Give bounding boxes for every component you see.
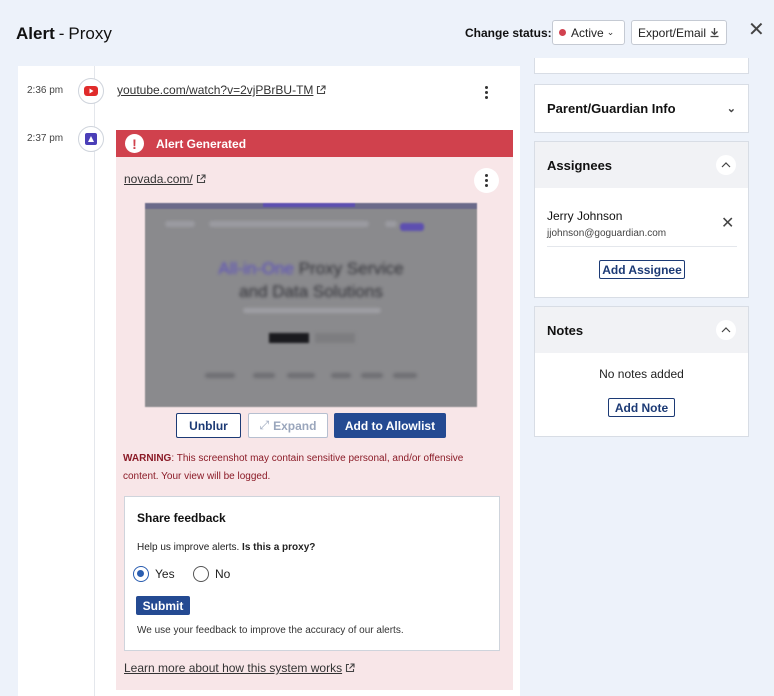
radio-no[interactable] xyxy=(193,566,209,582)
shot-footer-item xyxy=(287,373,315,378)
expand-label: Expand xyxy=(273,418,317,433)
youtube-link[interactable]: youtube.com/watch?v=2vjPBrBU-TM xyxy=(117,83,326,97)
assignees-header[interactable]: Assignees xyxy=(535,142,748,188)
status-value: Active xyxy=(571,25,604,40)
shot-footer-item xyxy=(361,373,383,378)
radio-no-label: No xyxy=(215,567,231,581)
chevron-up-icon[interactable] xyxy=(716,155,736,175)
remove-assignee-icon[interactable]: ✕ xyxy=(721,216,734,232)
external-link-icon xyxy=(346,663,355,673)
divider xyxy=(547,246,737,247)
shot-button-primary xyxy=(269,333,309,343)
chevron-up-icon[interactable] xyxy=(716,320,736,340)
shot-footer-item xyxy=(393,373,417,378)
exclamation-icon: ! xyxy=(125,134,144,153)
page-title: Alert - Proxy xyxy=(16,24,112,44)
change-status-label: Change status: xyxy=(465,26,552,40)
chevron-down-icon: ⌄ xyxy=(726,102,736,115)
page-header: Alert - Proxy Change status: Active ⌄ Expo… xyxy=(0,0,774,66)
shot-subtitle xyxy=(243,308,381,313)
add-assignee-button[interactable]: Add Assignee xyxy=(599,260,685,279)
title-type: Alert xyxy=(16,24,55,43)
status-dot-icon xyxy=(559,29,566,36)
assignees-panel: Assignees Jerry Johnson jjohnson@goguard… xyxy=(534,141,749,298)
shot-footer-item xyxy=(205,373,235,378)
collapsed-panel-bottom xyxy=(534,58,749,74)
learn-more-text: Learn more about how this system works xyxy=(124,661,343,675)
shot-headline: All-in-One Proxy Service xyxy=(145,259,477,279)
feedback-question: Help us improve alerts. Is this a proxy? xyxy=(137,542,315,553)
parent-guardian-panel[interactable]: Parent/Guardian Info ⌄ xyxy=(534,84,749,133)
alert-site-link-text: novada.com/ xyxy=(124,172,193,186)
title-separator: - xyxy=(58,24,65,43)
more-options-icon[interactable] xyxy=(476,82,496,102)
shot-footer-item xyxy=(253,373,275,378)
expand-button: ⤢ Expand xyxy=(248,413,328,438)
screenshot-warning: WARNING: This screenshot may contain sen… xyxy=(123,450,495,486)
timeline-line xyxy=(94,66,95,696)
learn-more-link[interactable]: Learn more about how this system works xyxy=(124,661,355,675)
alert-title: Alert Generated xyxy=(156,136,247,151)
youtube-link-text: youtube.com/watch?v=2vjPBrBU-TM xyxy=(117,83,314,97)
add-to-allowlist-button[interactable]: Add to Allowlist xyxy=(334,413,446,438)
warning-text: : This screenshot may contain sensitive … xyxy=(123,453,464,482)
parent-guardian-header[interactable]: Parent/Guardian Info ⌄ xyxy=(535,85,748,131)
submit-button[interactable]: Submit xyxy=(136,596,190,615)
notes-empty-text: No notes added xyxy=(599,367,684,381)
shot-nav-button xyxy=(400,223,424,231)
youtube-icon xyxy=(78,78,104,104)
shot-nav-item xyxy=(385,221,397,227)
assignee-email: jjohnson@goguardian.com xyxy=(547,228,667,239)
warning-label: WARNING xyxy=(123,453,172,464)
shot-nav-item xyxy=(209,221,369,227)
add-note-button[interactable]: Add Note xyxy=(608,398,675,417)
notes-panel: Notes No notes added Add Note xyxy=(534,306,749,437)
feedback-note: We use your feedback to improve the accu… xyxy=(137,625,404,636)
external-link-icon xyxy=(317,85,326,95)
parent-guardian-title: Parent/Guardian Info xyxy=(547,100,676,116)
radio-yes[interactable] xyxy=(133,566,149,582)
export-email-button[interactable]: Export/Email xyxy=(631,20,727,45)
feedback-box: Share feedback Help us improve alerts. I… xyxy=(124,496,500,651)
feedback-question-bold: Is this a proxy? xyxy=(242,542,316,553)
timeline-time: 2:36 pm xyxy=(27,85,64,96)
close-icon[interactable]: ✕ xyxy=(748,20,765,40)
proxy-site-icon xyxy=(78,126,104,152)
alert-banner: ! Alert Generated xyxy=(116,130,513,157)
alert-card: ! Alert Generated novada.com/ All-in-One… xyxy=(116,130,513,690)
shot-headline-accent: All-in-One xyxy=(218,259,294,278)
shot-accent-bar xyxy=(263,203,355,207)
download-icon xyxy=(710,28,719,38)
alert-site-link[interactable]: novada.com/ xyxy=(124,172,206,186)
notes-title: Notes xyxy=(547,322,584,338)
feedback-question-prefix: Help us improve alerts. xyxy=(137,542,243,553)
external-link-icon xyxy=(196,174,206,184)
unblur-button[interactable]: Unblur xyxy=(176,413,241,438)
activity-timeline: 2:36 pm youtube.com/watch?v=2vjPBrBU-TM … xyxy=(18,66,520,696)
shot-nav-item xyxy=(165,221,195,227)
assignee-name: Jerry Johnson xyxy=(547,209,623,223)
feedback-title: Share feedback xyxy=(137,511,226,525)
export-label: Export/Email xyxy=(637,25,707,40)
shot-footer-item xyxy=(331,373,351,378)
shot-headline-line2: and Data Solutions xyxy=(239,282,383,301)
shot-button-secondary xyxy=(315,333,355,343)
alert-more-options-icon[interactable] xyxy=(474,168,499,193)
timeline-time: 2:37 pm xyxy=(27,133,64,144)
blurred-screenshot: All-in-One Proxy Service and Data Soluti… xyxy=(145,203,477,407)
chevron-down-icon: ⌄ xyxy=(606,27,615,37)
notes-header[interactable]: Notes xyxy=(535,307,748,353)
assignees-title: Assignees xyxy=(547,157,613,173)
expand-arrows-icon: ⤢ xyxy=(259,418,270,432)
radio-yes-label: Yes xyxy=(155,567,175,581)
shot-headline-text: Proxy Service xyxy=(298,259,404,278)
title-category: Proxy xyxy=(68,24,112,43)
status-dropdown[interactable]: Active ⌄ xyxy=(552,20,625,45)
